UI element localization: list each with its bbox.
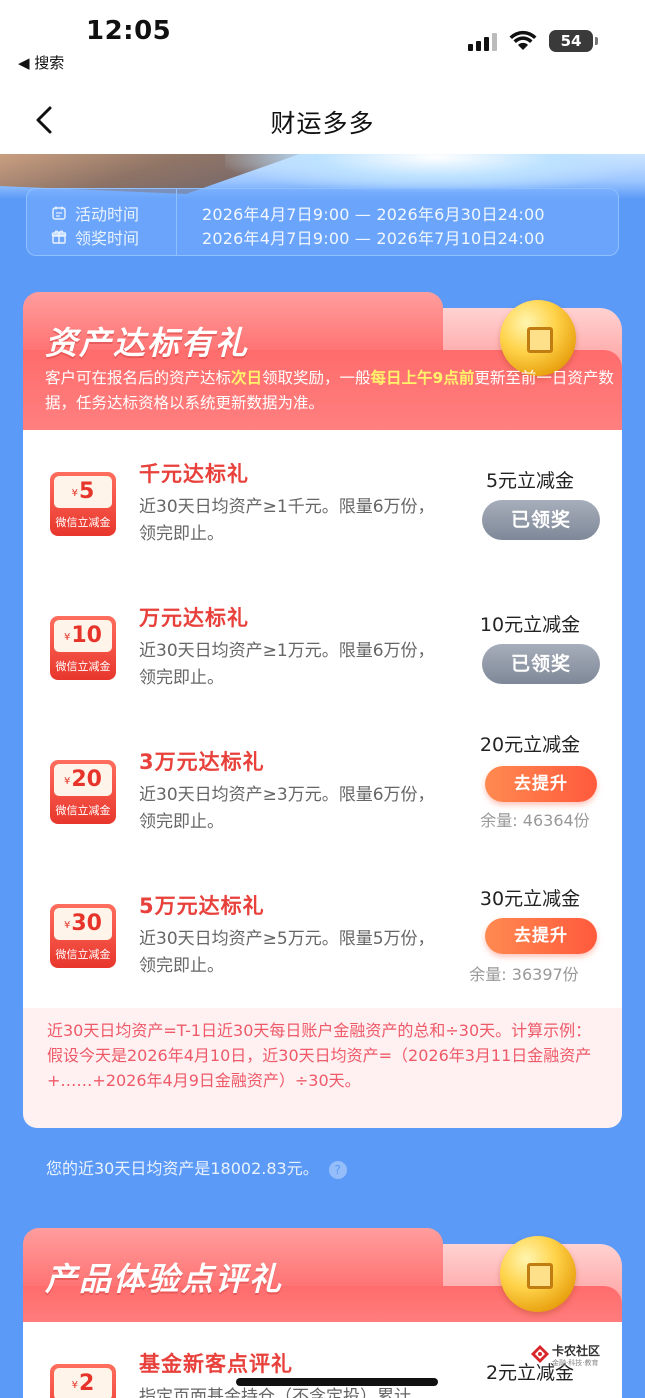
reward-title: 基金新客点评礼 <box>139 1352 293 1376</box>
reward-title: 万元达标礼 <box>139 606 249 630</box>
remaining-quantity: 余量: 36397份 <box>469 965 579 984</box>
reward-item: ¥30 微信立减金 5万元达标礼 近30天日均资产≥5万元。限量5万份，领完即止… <box>23 862 622 1006</box>
average-asset-text: 您的近30天日均资产是18002.83元。 <box>46 1159 319 1178</box>
remaining-quantity: 余量: 46364份 <box>480 811 590 830</box>
gift-icon <box>51 230 67 244</box>
wechat-coupon-badge: ¥10 微信立减金 <box>50 616 116 680</box>
claim-time-value: 2026年4月7日9:00 — 2026年7月10日24:00 <box>202 229 545 248</box>
page-title: 财运多多 <box>270 109 375 138</box>
average-asset-line: 您的近30天日均资产是18002.83元。? <box>46 1155 347 1179</box>
activity-time-label: 活动时间 <box>75 205 140 224</box>
wechat-coupon-badge: ¥2 <box>50 1364 116 1398</box>
coin-icon <box>500 1236 576 1312</box>
asset-reward-header: 资产达标有礼 客户可在报名后的资产达标次日领取奖励，一般每日上午9点前更新至前一… <box>23 292 622 432</box>
reward-amount: 10元立减金 <box>479 614 581 636</box>
claimed-button[interactable]: 已领奖 <box>482 500 600 540</box>
reward-amount: 5元立减金 <box>485 470 575 492</box>
back-to-search-link[interactable]: ◀ 搜索 <box>18 52 64 73</box>
activity-time-value: 2026年4月7日9:00 — 2026年6月30日24:00 <box>202 205 545 224</box>
section-title: 产品体验点评礼 <box>45 1260 284 1298</box>
calendar-icon <box>52 206 66 220</box>
upgrade-button[interactable]: 去提升 <box>485 766 597 802</box>
watermark-subtext: 金融·科技·教育 <box>552 1359 599 1367</box>
nav-bar: 财运多多 <box>0 88 645 154</box>
signal-icon <box>468 31 497 51</box>
help-icon[interactable]: ? <box>328 1161 347 1179</box>
reward-amount: 30元立减金 <box>479 888 581 910</box>
watermark: 卡农社区 金融·科技·教育 <box>530 1342 620 1372</box>
status-bar: 12:05 ◀ 搜索 54 <box>0 0 645 88</box>
reward-description: 近30天日均资产≥5万元。限量5万份，领完即止。 <box>139 929 435 976</box>
reward-description: 近30天日均资产≥3万元。限量6万份，领完即止。 <box>139 785 435 832</box>
reward-title: 千元达标礼 <box>139 462 249 486</box>
formula-note: 近30天日均资产=T-1日近30天每日账户金融资产的总和÷30天。计算示例：假设… <box>23 1008 622 1128</box>
reward-description: 指定页面基金持仓（不含定投）累计 <box>139 1387 411 1398</box>
reward-description: 近30天日均资产≥1千元。限量6万份，领完即止。 <box>139 497 435 544</box>
time-labels: 活动时间 领奖时间 <box>27 189 177 255</box>
section-description: 客户可在报名后的资产达标次日领取奖励，一般每日上午9点前更新至前一日资产数据，任… <box>45 369 614 412</box>
home-indicator[interactable] <box>236 1378 438 1386</box>
claim-time-label: 领奖时间 <box>75 229 140 248</box>
status-time: 12:05 <box>86 16 172 46</box>
watermark-logo-icon <box>531 1345 549 1363</box>
banner-wave <box>225 154 645 192</box>
reward-item: ¥20 微信立减金 3万元达标礼 近30天日均资产≥3万元。限量6万份，领完即止… <box>23 718 622 862</box>
reward-list: ¥5 微信立减金 千元达标礼 近30天日均资产≥1千元。限量6万份，领完即止。 … <box>23 430 622 1008</box>
reward-amount: 20元立减金 <box>479 734 581 756</box>
product-review-header: 产品体验点评礼 <box>23 1228 622 1330</box>
status-icons: 54 <box>468 30 598 52</box>
wechat-coupon-badge: ¥20 微信立减金 <box>50 760 116 824</box>
coin-icon <box>500 300 576 376</box>
wechat-coupon-badge: ¥30 微信立减金 <box>50 904 116 968</box>
battery-icon: 54 <box>549 30 598 52</box>
reward-title: 5万元达标礼 <box>139 894 265 918</box>
wifi-icon <box>509 30 537 50</box>
upgrade-button[interactable]: 去提升 <box>485 918 597 954</box>
section-title: 资产达标有礼 <box>45 324 250 362</box>
wechat-coupon-badge: ¥5 微信立减金 <box>50 472 116 536</box>
claimed-button[interactable]: 已领奖 <box>482 644 600 684</box>
reward-item: ¥10 微信立减金 万元达标礼 近30天日均资产≥1万元。限量6万份，领完即止。… <box>23 574 622 718</box>
watermark-text: 卡农社区 <box>552 1344 601 1358</box>
activity-time-box: 活动时间 领奖时间 2026年4月7日9:00 — 2026年6月30日24:0… <box>26 188 619 256</box>
reward-description: 近30天日均资产≥1万元。限量6万份，领完即止。 <box>139 641 435 688</box>
reward-item: ¥5 微信立减金 千元达标礼 近30天日均资产≥1千元。限量6万份，领完即止。 … <box>23 430 622 574</box>
reward-title: 3万元达标礼 <box>139 750 265 774</box>
